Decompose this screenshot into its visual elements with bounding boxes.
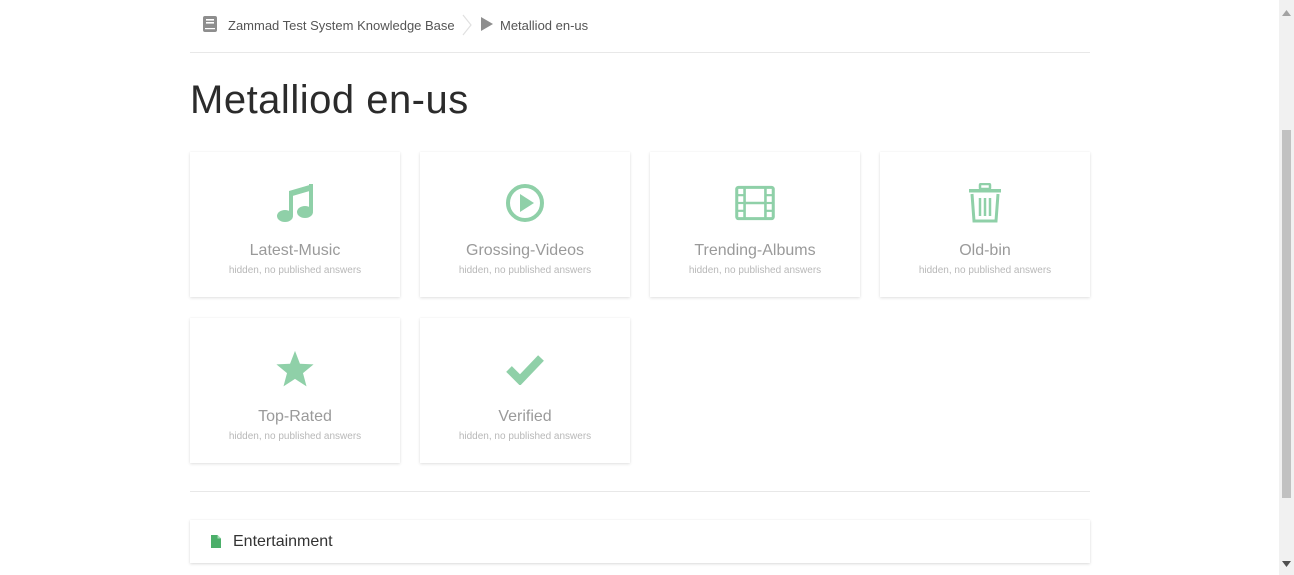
category-name: Old-bin: [959, 242, 1011, 259]
checkmark-icon: [505, 348, 545, 390]
category-name: Trending-Albums: [694, 242, 816, 259]
category-card-old-bin[interactable]: Old-bin hidden, no published answers: [880, 152, 1090, 297]
category-card-top-rated[interactable]: Top-Rated hidden, no published answers: [190, 318, 400, 463]
trash-icon: [965, 182, 1005, 224]
category-name: Grossing-Videos: [466, 242, 584, 259]
breadcrumb: Zammad Test System Knowledge Base Metall…: [190, 0, 1090, 53]
category-card-grossing-videos[interactable]: Grossing-Videos hidden, no published ans…: [420, 152, 630, 297]
scrollbar-thumb[interactable]: [1282, 130, 1291, 498]
play-icon: [480, 16, 494, 34]
category-status: hidden, no published answers: [688, 265, 822, 276]
breadcrumb-category-label: Metalliod en-us: [500, 17, 589, 33]
scroll-down-arrow-icon[interactable]: [1282, 554, 1291, 572]
category-status: hidden, no published answers: [228, 431, 362, 442]
category-status: hidden, no published answers: [458, 431, 592, 442]
vertical-scrollbar[interactable]: [1279, 0, 1294, 575]
category-card-latest-music[interactable]: Latest-Music hidden, no published answer…: [190, 152, 400, 297]
category-card-trending-albums[interactable]: Trending-Albums hidden, no published ans…: [650, 152, 860, 297]
breadcrumb-kb-label: Zammad Test System Knowledge Base: [228, 17, 455, 33]
answer-item-entertainment[interactable]: Entertainment: [190, 520, 1090, 563]
category-status: hidden, no published answers: [228, 265, 362, 276]
category-name: Top-Rated: [258, 408, 332, 425]
star-icon: [275, 348, 315, 390]
breadcrumb-item-kb[interactable]: Zammad Test System Knowledge Base: [202, 15, 455, 36]
category-status: hidden, no published answers: [918, 265, 1052, 276]
category-name: Latest-Music: [249, 242, 341, 259]
category-status: hidden, no published answers: [458, 265, 592, 276]
category-name: Verified: [498, 408, 552, 425]
play-circle-icon: [505, 182, 545, 224]
breadcrumb-separator-icon: [462, 14, 472, 41]
book-icon: [202, 15, 218, 36]
category-card-verified[interactable]: Verified hidden, no published answers: [420, 318, 630, 463]
scroll-up-arrow-icon[interactable]: [1282, 3, 1291, 21]
page-title: Metalliod en-us: [190, 78, 469, 122]
document-icon: [211, 535, 221, 548]
film-icon: [735, 182, 775, 224]
breadcrumb-item-category[interactable]: Metalliod en-us: [480, 16, 588, 34]
section-divider: [190, 491, 1090, 492]
answer-title: Entertainment: [233, 532, 333, 550]
music-note-icon: [275, 182, 315, 224]
